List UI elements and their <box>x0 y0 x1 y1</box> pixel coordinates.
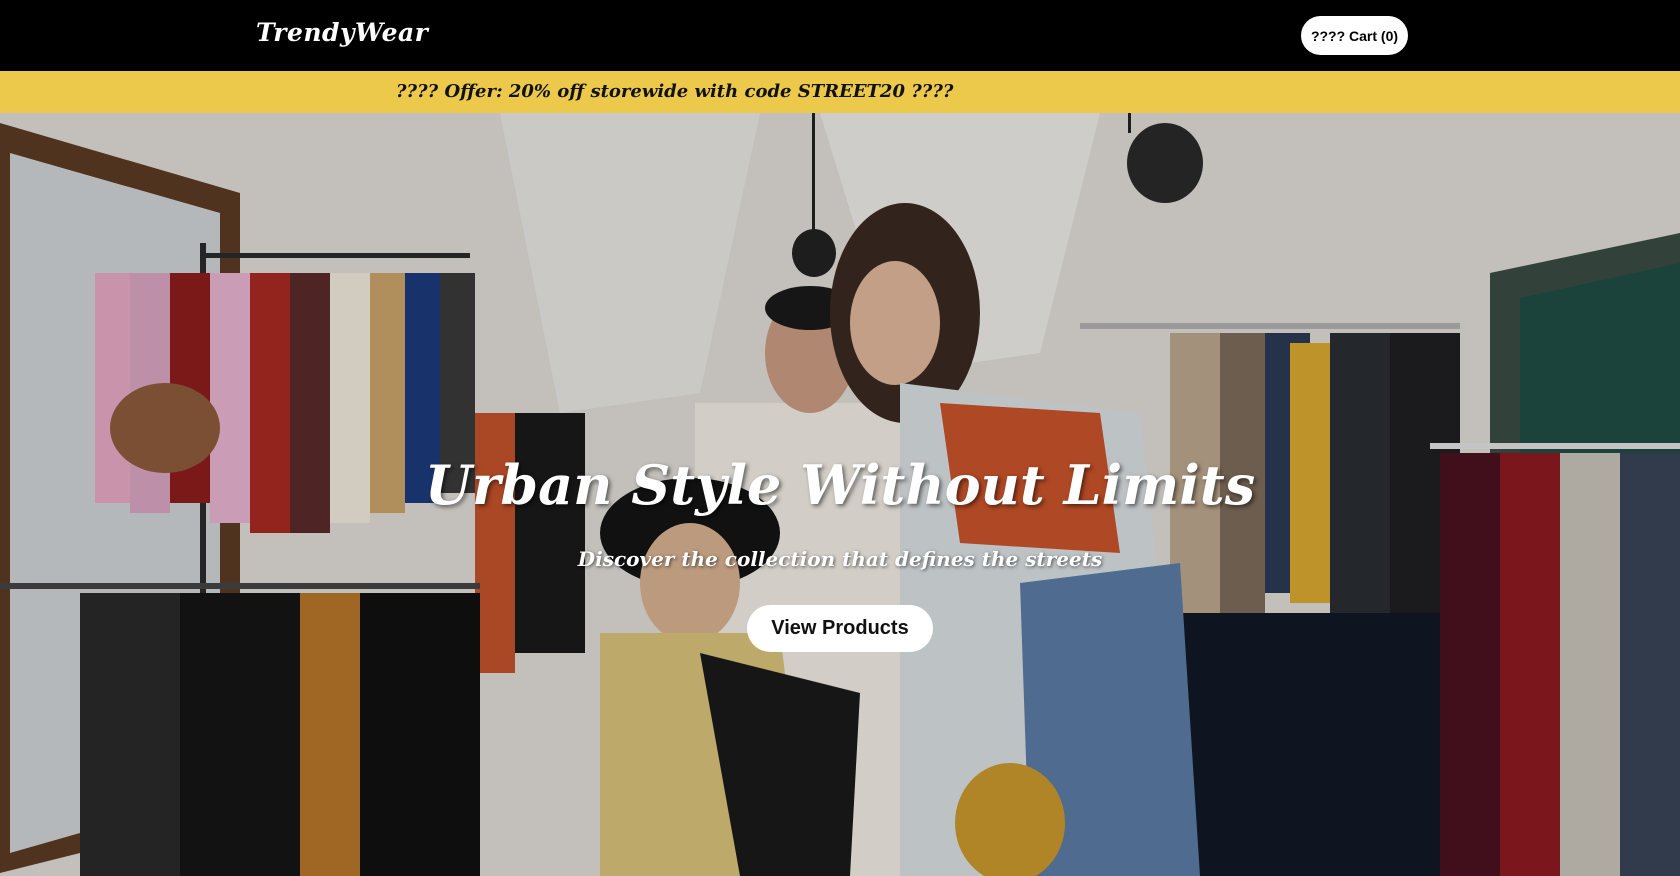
hero-section: Urban Style Without Limits Discover the … <box>0 113 1680 876</box>
cart-button[interactable]: ???? Cart (0) <box>1301 16 1408 55</box>
offer-banner: ???? Offer: 20% off storewide with code … <box>0 71 1680 113</box>
site-logo[interactable]: TrendyWear <box>256 18 428 47</box>
hero-title: Urban Style Without Limits <box>424 453 1256 517</box>
hero-subtitle: Discover the collection that defines the… <box>577 547 1103 571</box>
view-products-button[interactable]: View Products <box>747 605 933 652</box>
site-header: TrendyWear ???? Cart (0) <box>0 0 1680 71</box>
offer-text: ???? Offer: 20% off storewide with code … <box>396 81 954 102</box>
